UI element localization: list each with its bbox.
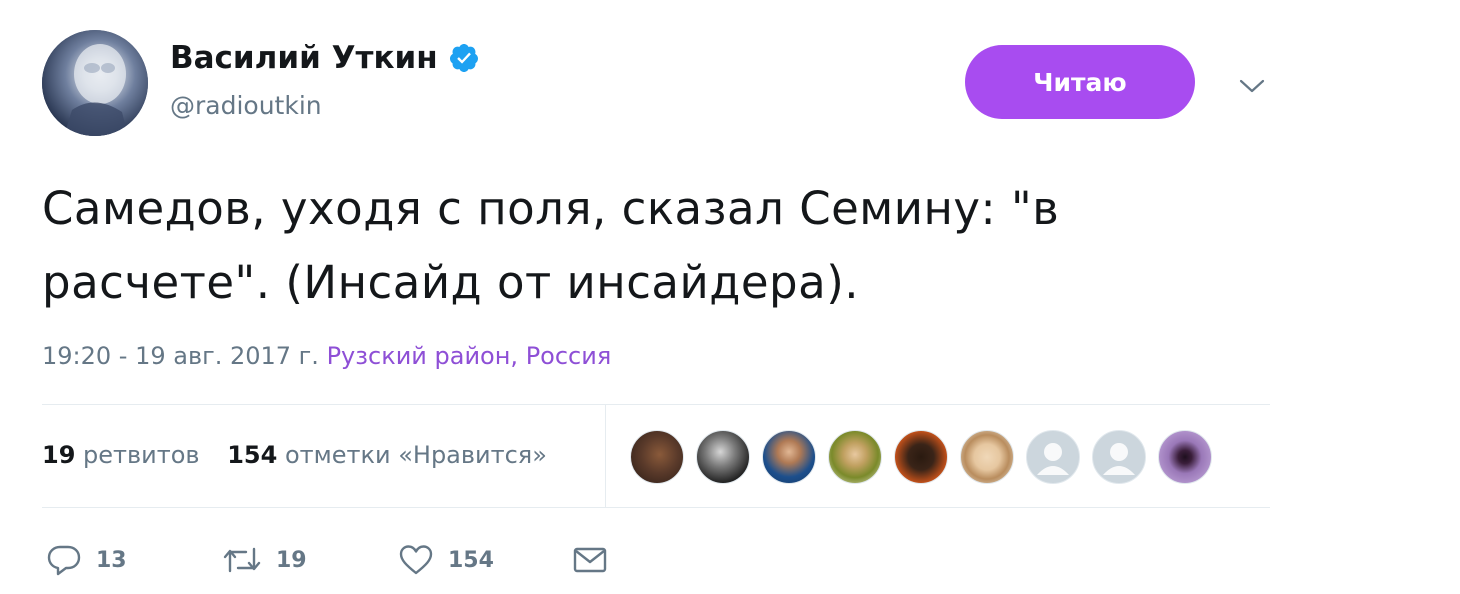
author-avatar[interactable] xyxy=(42,30,148,136)
liker-avatar[interactable] xyxy=(894,430,948,484)
tweet-text: Самедов, уходя с поля, сказал Семину: "в… xyxy=(42,182,1060,309)
retweet-count: 19 xyxy=(276,547,307,573)
retweet-button[interactable]: 19 xyxy=(222,544,398,576)
divider xyxy=(42,404,1270,405)
likes-stat[interactable]: 154 отметки «Нравится» xyxy=(227,437,547,473)
retweets-stat-label: ретвитов xyxy=(83,441,200,469)
default-user-icon xyxy=(1103,443,1135,475)
direct-message-button[interactable] xyxy=(572,545,608,575)
divider xyxy=(605,405,606,507)
author-name-row[interactable]: Василий Уткин xyxy=(170,38,480,78)
author-handle[interactable]: @radioutkin xyxy=(170,90,322,122)
liker-avatar[interactable] xyxy=(828,430,882,484)
chevron-down-icon xyxy=(1239,79,1265,93)
liker-avatar[interactable] xyxy=(696,430,750,484)
default-user-icon xyxy=(1037,443,1069,475)
like-button[interactable]: 154 xyxy=(398,544,572,576)
reply-button[interactable]: 13 xyxy=(46,544,222,576)
liker-avatar-default[interactable] xyxy=(1092,430,1146,484)
retweet-icon xyxy=(223,547,261,573)
retweets-stat-count: 19 xyxy=(42,441,76,469)
likes-stat-count: 154 xyxy=(227,441,278,469)
likers-avatars xyxy=(630,430,1224,484)
liker-avatar[interactable] xyxy=(960,430,1014,484)
tweet-actions: 13 19 154 xyxy=(46,538,608,582)
author-name[interactable]: Василий Уткин xyxy=(170,38,438,78)
tweet-timestamp[interactable]: 19:20 - 19 авг. 2017 г. xyxy=(42,342,319,370)
liker-avatar[interactable] xyxy=(1158,430,1212,484)
tweet-stats: 19 ретвитов 154 отметки «Нравится» xyxy=(42,437,567,473)
like-count: 154 xyxy=(448,547,494,573)
like-icon xyxy=(399,545,433,575)
tweet-place-link[interactable]: Рузский район, Россия xyxy=(327,342,612,370)
reply-icon xyxy=(47,545,81,576)
tweet-meta: 19:20 - 19 авг. 2017 г. Рузский район, Р… xyxy=(42,338,611,374)
retweets-stat[interactable]: 19 ретвитов xyxy=(42,437,200,473)
following-button[interactable]: Читаю xyxy=(965,45,1195,119)
verified-badge-icon xyxy=(448,42,480,74)
liker-avatar[interactable] xyxy=(762,430,816,484)
reply-count: 13 xyxy=(96,547,127,573)
liker-avatar-default[interactable] xyxy=(1026,430,1080,484)
direct-message-icon xyxy=(573,547,607,573)
liker-avatar[interactable] xyxy=(630,430,684,484)
divider xyxy=(42,507,1270,508)
likes-stat-label: отметки «Нравится» xyxy=(284,441,547,469)
tweet-card: Василий Уткин @radioutkin Читаю Самедов,… xyxy=(0,0,1460,594)
more-options-button[interactable] xyxy=(1232,70,1272,102)
